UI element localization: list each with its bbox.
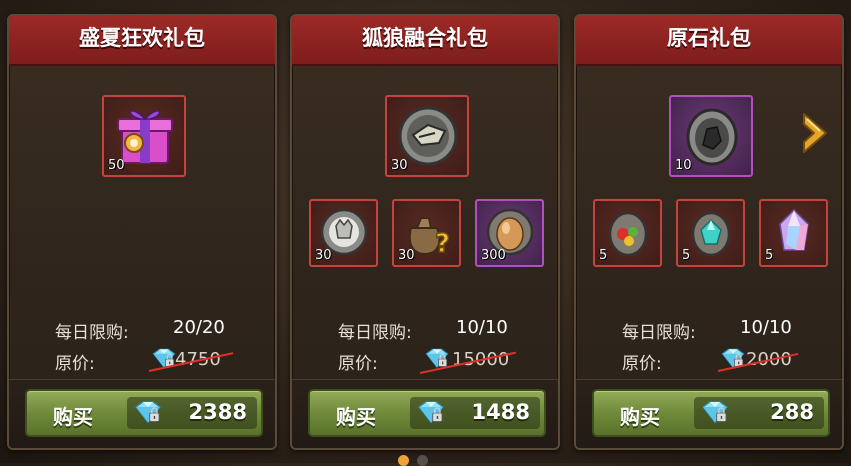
- price-box: 288: [694, 397, 824, 429]
- buy-label: 购买: [620, 405, 660, 429]
- reward-item[interactable]: 5: [676, 199, 745, 267]
- diamond-lock-icon: [698, 400, 732, 426]
- buy-button[interactable]: 购买 1488: [308, 389, 546, 437]
- buy-bar: 购买 2388: [9, 379, 275, 448]
- daily-limit-label: 每日限购:: [55, 323, 129, 343]
- chevron-right-icon[interactable]: [798, 110, 832, 156]
- pack-title: 盛夏狂欢礼包: [9, 16, 275, 66]
- main-reward-item[interactable]: 30: [385, 95, 469, 177]
- main-reward-item[interactable]: 50: [102, 95, 186, 177]
- diamond-lock-icon: [131, 400, 165, 426]
- buy-button[interactable]: 购买 288: [592, 389, 830, 437]
- page-indicator[interactable]: [417, 455, 428, 466]
- price-box: 2388: [127, 397, 257, 429]
- item-quantity: 5: [599, 248, 608, 263]
- daily-limit-value: 10/10: [456, 317, 508, 338]
- main-reward-item[interactable]: 10: [669, 95, 753, 177]
- pack-title: 原石礼包: [576, 16, 842, 66]
- page-indicator-active[interactable]: [398, 455, 409, 466]
- original-price-label: 原价:: [622, 354, 662, 374]
- item-quantity: 30: [315, 248, 332, 263]
- pack-card-fox-wolf: 狐狼融合礼包 30 30 ? 30 300 每日限购: 10/10 原价: 购买…: [290, 14, 560, 450]
- original-price-label: 原价:: [338, 354, 378, 374]
- daily-limit-value: 10/10: [740, 317, 792, 338]
- cyan-gem-stone-icon: [691, 211, 731, 257]
- buy-label: 购买: [53, 405, 93, 429]
- price-box: 1488: [410, 397, 540, 429]
- buy-bar: 购买 1488: [292, 379, 558, 448]
- buy-button[interactable]: 购买 2388: [25, 389, 263, 437]
- item-quantity: 30: [391, 158, 408, 173]
- daily-limit-label: 每日限购:: [338, 323, 412, 343]
- buy-bar: 购买 288: [576, 379, 842, 448]
- pack-card-raw-stone: 原石礼包 10 5 5 5 每日限购: 10/10 原价: 购买 288: [574, 14, 844, 450]
- reward-item[interactable]: 300: [475, 199, 544, 267]
- reward-item[interactable]: ? 30: [392, 199, 461, 267]
- item-quantity: 300: [481, 248, 506, 263]
- pack-card-summer: 盛夏狂欢礼包 50 每日限购: 20/20 原价: 4750 购买 2388: [7, 14, 277, 450]
- item-quantity: 30: [398, 248, 415, 263]
- pack-title: 狐狼融合礼包: [292, 16, 558, 66]
- reward-item[interactable]: 5: [593, 199, 662, 267]
- item-quantity: 5: [682, 248, 691, 263]
- daily-limit-label: 每日限购:: [622, 323, 696, 343]
- diamond-lock-icon: [414, 400, 448, 426]
- price-value: 1488: [471, 400, 530, 424]
- item-quantity: 50: [108, 158, 125, 173]
- buy-label: 购买: [336, 405, 376, 429]
- daily-limit-value: 20/20: [173, 317, 225, 338]
- crystal-icon: [779, 208, 809, 251]
- reward-item[interactable]: 5: [759, 199, 828, 267]
- price-value: 288: [770, 400, 814, 424]
- fruit-stone-icon: [608, 211, 648, 257]
- svg-text:?: ?: [435, 229, 450, 259]
- reward-item[interactable]: 30: [309, 199, 378, 267]
- item-quantity: 10: [675, 158, 692, 173]
- price-value: 2388: [188, 400, 247, 424]
- original-price-label: 原价:: [55, 354, 95, 374]
- item-quantity: 5: [765, 248, 774, 263]
